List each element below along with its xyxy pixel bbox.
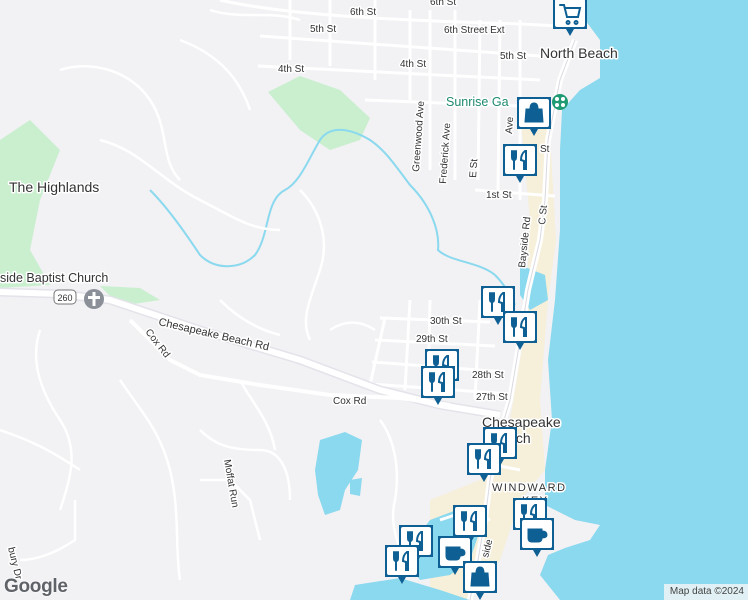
map-canvas[interactable]: 260 6th St 6th St 6th Street Ext 5th St … xyxy=(0,0,748,600)
place-label-the-highlands: The Highlands xyxy=(9,179,99,195)
church-icon[interactable] xyxy=(84,289,104,309)
road-label-st-stub: St xyxy=(540,144,550,155)
route-260-shield: 260 xyxy=(53,289,77,305)
road-label-30th-st: 30th St xyxy=(430,316,462,327)
road-label-5th-st-b: 5th St xyxy=(500,51,526,62)
road-label-6th-st-b: 6th St xyxy=(430,0,456,8)
road-label-1st-st: 1st St xyxy=(486,190,512,201)
place-label-north-beach: North Beach xyxy=(540,45,618,61)
road-label-27th-st: 27th St xyxy=(476,392,508,403)
road-label-29th-st: 29th St xyxy=(416,334,448,345)
lake-water-small xyxy=(350,478,362,496)
road-label-4th-st-b: 4th St xyxy=(400,59,426,70)
place-label-windward: WINDWARD xyxy=(492,482,567,494)
google-logo: Google xyxy=(4,576,68,597)
road-label-6th-street-ext: 6th Street Ext xyxy=(444,25,505,36)
road-label-ave: Ave xyxy=(504,116,516,134)
road-label-5th-st-a: 5th St xyxy=(310,24,336,35)
road-label-e-st: E St xyxy=(468,158,480,178)
road-label-c-st: C St xyxy=(537,205,550,226)
place-label-sunrise-garden: Sunrise Ga xyxy=(446,95,509,109)
road-label-4th-st-a: 4th St xyxy=(278,64,304,75)
garden-icon[interactable] xyxy=(552,94,568,110)
route-260-label: 260 xyxy=(57,293,72,303)
road-label-cox-rd-b: Cox Rd xyxy=(333,396,366,407)
map-data-attribution[interactable]: Map data ©2024 xyxy=(663,584,748,600)
road-label-28th-st: 28th St xyxy=(472,370,504,381)
place-label-baptist-church: side Baptist Church xyxy=(0,271,108,285)
road-label-6th-st: 6th St xyxy=(350,7,376,18)
